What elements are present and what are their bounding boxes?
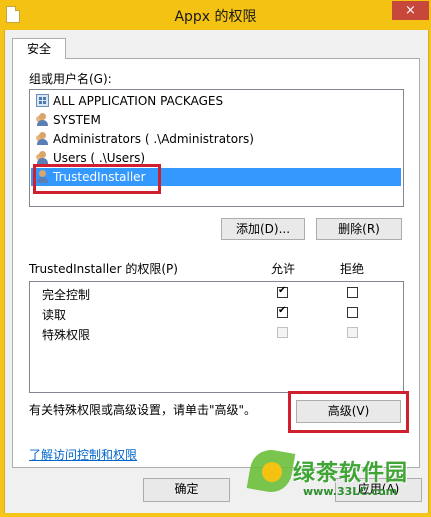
highlight-box-advanced (288, 391, 409, 433)
permissions-label: TrustedInstaller 的权限(P) (29, 262, 178, 276)
close-icon: × (405, 3, 416, 18)
deny-full-control-checkbox[interactable] (347, 287, 358, 298)
close-button[interactable]: × (392, 1, 429, 20)
list-item-administrators[interactable]: Administrators ( .\Administrators) (31, 130, 401, 148)
help-link[interactable]: 了解访问控制和权限 (29, 446, 137, 463)
list-item-system[interactable]: SYSTEM (31, 111, 401, 129)
permissions-table: 完全控制 读取 特殊权限 (29, 281, 404, 393)
deny-special-checkbox (347, 327, 358, 338)
allow-full-control-checkbox[interactable] (277, 285, 288, 298)
window-title: Appx 的权限 (174, 9, 257, 25)
deny-read-checkbox[interactable] (347, 307, 358, 318)
remove-button[interactable]: 删除(R) (316, 218, 402, 240)
watermark-name: 绿茶软件园 (293, 461, 409, 486)
allow-special-checkbox (277, 327, 288, 338)
highlight-box-trustedinstaller (33, 164, 161, 194)
groups-label: 组或用户名(G): (29, 72, 112, 86)
users-icon (36, 132, 50, 146)
permission-name-special: 特殊权限 (42, 328, 91, 342)
list-item-all-application-packages[interactable]: ALL APPLICATION PACKAGES (31, 92, 401, 110)
permission-name-full-control: 完全控制 (42, 288, 91, 302)
permission-name-read: 读取 (42, 308, 67, 322)
watermark-url: www.33LC.com (303, 485, 398, 498)
users-icon (36, 151, 50, 165)
tab-security[interactable]: 安全 (12, 38, 66, 59)
deny-header: 拒绝 (340, 262, 365, 276)
add-button[interactable]: 添加(D)... (221, 218, 305, 240)
users-icon (36, 113, 50, 127)
allow-read-checkbox[interactable] (277, 305, 288, 318)
special-permissions-note: 有关特殊权限或高级设置，请单击"高级"。 (29, 403, 257, 417)
package-icon (36, 94, 49, 107)
allow-header: 允许 (271, 262, 296, 276)
ok-button[interactable]: 确定 (143, 478, 230, 502)
watermark-sun-icon (262, 462, 282, 482)
